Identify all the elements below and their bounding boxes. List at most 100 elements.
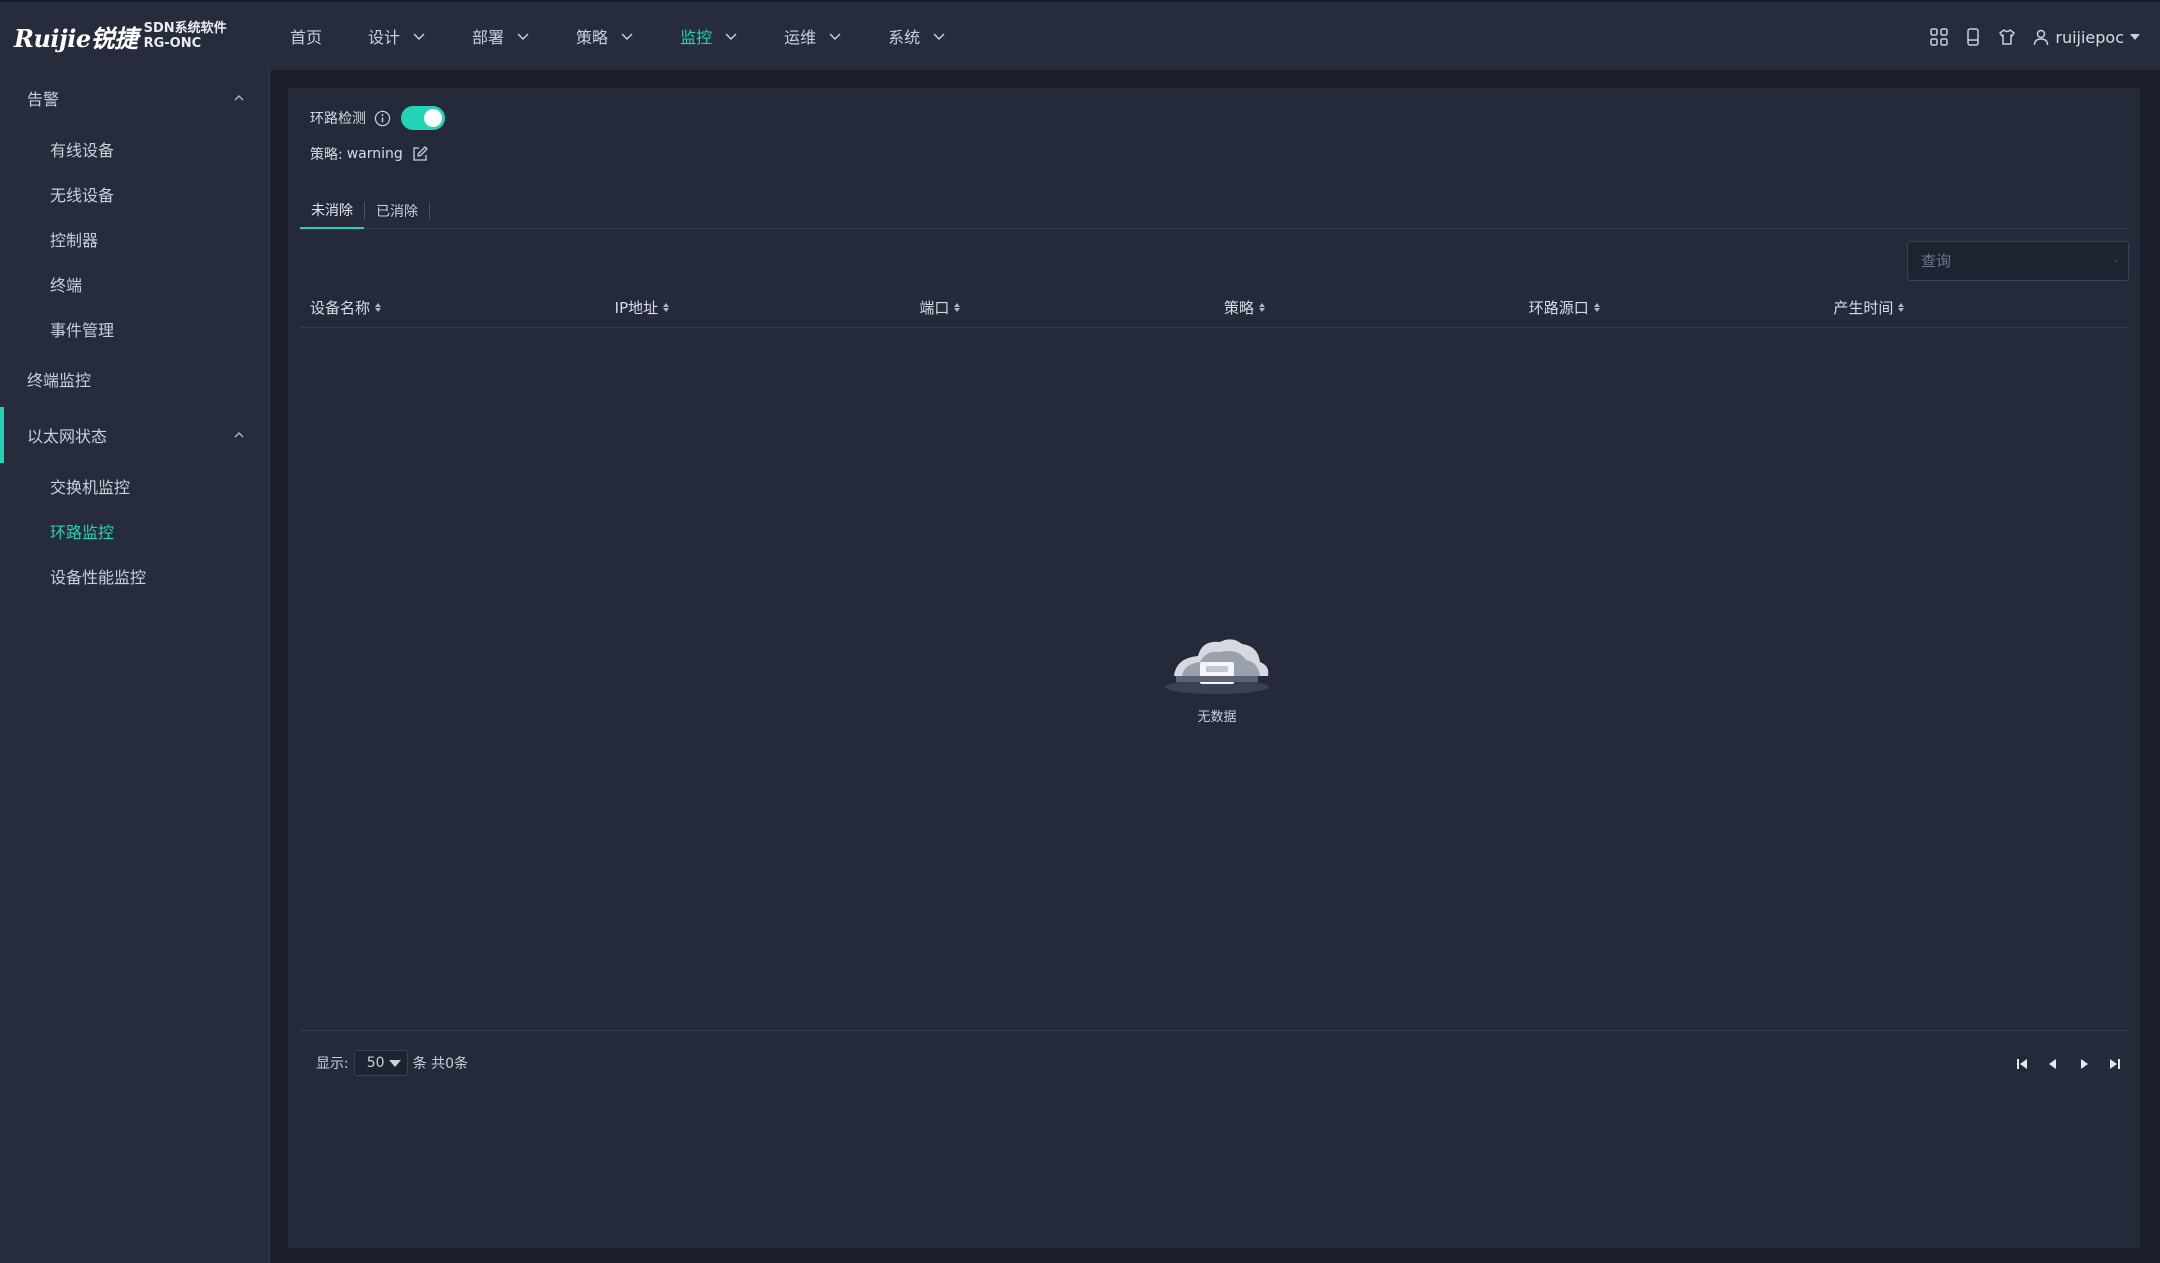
column-label: 端口 — [919, 299, 950, 317]
total-count: 条 共0条 — [412, 1056, 469, 1072]
sidebar-group-ethernet-status[interactable]: 以太网状态 — [0, 407, 269, 463]
policy-prefix: 策略: — [310, 147, 343, 163]
nav-label: 设计 — [368, 28, 401, 47]
sidebar-group-label: 终端监控 — [27, 371, 92, 390]
sidebar: 告警 有线设备 无线设备 控制器 终端 事件管理 终端监控 以太网状态 交换机监… — [0, 70, 270, 1263]
sidebar-item-wired-device[interactable]: 有线设备 — [0, 126, 269, 171]
search-icon[interactable] — [2115, 251, 2117, 271]
column-label: 产生时间 — [1833, 299, 1894, 317]
nav-item-system[interactable]: 系统 — [888, 1, 946, 71]
prev-page-icon[interactable] — [2042, 1054, 2064, 1074]
nav-item-design[interactable]: 设计 — [368, 1, 426, 71]
user-menu[interactable]: ruijiepoc — [2032, 28, 2140, 47]
product-line1: SDN系统软件 — [143, 21, 227, 36]
column-label: IP地址 — [614, 299, 659, 317]
column-label: 策略 — [1224, 299, 1255, 317]
last-page-icon[interactable] — [2104, 1054, 2126, 1074]
sidebar-group-terminal-monitor[interactable]: 终端监控 — [0, 351, 269, 407]
logo-text: Ruijie锐捷 — [14, 23, 138, 53]
chevron-down-icon — [517, 33, 529, 41]
chevron-down-icon — [829, 33, 841, 41]
column-header-created-time[interactable]: 产生时间 — [1823, 297, 2128, 318]
column-header-policy[interactable]: 策略 — [1214, 297, 1519, 318]
sort-icon — [954, 303, 961, 312]
policy-value: warning — [346, 146, 403, 162]
nav-label: 监控 — [680, 28, 713, 47]
nav-label: 策略 — [576, 28, 609, 47]
column-label: 设备名称 — [310, 299, 371, 317]
chevron-down-icon — [933, 33, 945, 41]
user-icon — [2034, 29, 2049, 46]
column-header-device-name[interactable]: 设备名称 — [300, 297, 605, 318]
edit-icon[interactable] — [411, 145, 429, 163]
table-footer-divider — [300, 1030, 2128, 1031]
chevron-down-icon — [621, 33, 633, 41]
empty-state: 无数据 — [1162, 632, 1272, 725]
policy-row: 策略: warning — [310, 144, 429, 164]
sidebar-item-terminal[interactable]: 终端 — [0, 261, 269, 306]
chevron-down-icon — [413, 33, 425, 41]
nav-item-monitor[interactable]: 监控 — [680, 1, 738, 71]
toggle-knob — [424, 109, 442, 127]
apps-grid-icon[interactable] — [1928, 26, 1950, 48]
info-icon[interactable] — [374, 110, 391, 127]
loop-detect-label: 环路检测 — [310, 111, 366, 127]
nav-item-policy[interactable]: 策略 — [576, 1, 634, 71]
chevron-up-icon — [234, 95, 244, 101]
sidebar-item-switch-monitor[interactable]: 交换机监控 — [0, 463, 269, 508]
nav-label: 系统 — [888, 28, 921, 47]
show-label: 显示: — [316, 1056, 349, 1072]
product-line2: RG-ONC — [143, 36, 202, 51]
nav-item-ops[interactable]: 运维 — [784, 1, 842, 71]
sidebar-group-label: 告警 — [27, 90, 60, 109]
empty-box-icon — [1165, 639, 1269, 694]
dropdown-arrow-icon — [388, 1059, 401, 1067]
sort-icon — [663, 303, 670, 312]
sidebar-item-device-performance[interactable]: 设备性能监控 — [0, 553, 269, 598]
tab-bar: 未消除 已消除 — [300, 193, 2128, 229]
sort-icon — [1593, 303, 1600, 312]
tablet-icon[interactable] — [1962, 26, 1984, 48]
nav-label: 运维 — [784, 28, 817, 47]
column-label: 环路源口 — [1528, 299, 1589, 317]
column-header-port[interactable]: 端口 — [909, 297, 1214, 318]
column-header-ip-address[interactable]: IP地址 — [605, 297, 910, 318]
loop-detect-row: 环路检测 — [310, 106, 445, 130]
sidebar-item-loop-monitor[interactable]: 环路监控 — [0, 508, 269, 553]
shirt-icon[interactable] — [1996, 26, 2018, 48]
main-panel: 环路检测 策略: warning 未消除 已消除 设备名称 IP地址 端口 策略 — [288, 88, 2140, 1248]
table-header: 设备名称 IP地址 端口 策略 环路源口 产生时间 — [300, 288, 2128, 328]
sidebar-item-event-management[interactable]: 事件管理 — [0, 306, 269, 351]
brand-logo[interactable]: Ruijie锐捷 SDN系统软件 RG-ONC — [0, 1, 290, 71]
sidebar-group-label: 以太网状态 — [27, 427, 108, 446]
loop-detect-toggle[interactable] — [401, 106, 445, 130]
pagination-buttons — [2002, 1054, 2126, 1074]
sort-icon — [1259, 303, 1266, 312]
nav-label: 部署 — [472, 28, 505, 47]
chevron-down-icon — [725, 33, 737, 41]
page-size-select[interactable]: 50 — [353, 1050, 408, 1076]
user-name: ruijiepoc — [2055, 27, 2124, 47]
chevron-up-icon — [234, 432, 244, 438]
sidebar-group-alarm[interactable]: 告警 — [0, 70, 269, 126]
column-header-loop-source-port[interactable]: 环路源口 — [1519, 297, 1824, 318]
sidebar-item-controller[interactable]: 控制器 — [0, 216, 269, 261]
top-right-toolbar: ruijiepoc — [1916, 2, 2140, 72]
main-nav: 首页 设计 部署 策略 监控 运维 系统 — [290, 1, 992, 71]
next-page-icon[interactable] — [2073, 1054, 2095, 1074]
first-page-icon[interactable] — [2011, 1054, 2033, 1074]
search-box — [1907, 241, 2129, 281]
empty-text: 无数据 — [1197, 710, 1237, 725]
sidebar-item-wireless-device[interactable]: 无线设备 — [0, 171, 269, 216]
search-input[interactable] — [1908, 242, 2115, 280]
sort-icon — [1898, 303, 1905, 312]
tab-cleared[interactable]: 已消除 — [365, 193, 429, 229]
sort-icon — [375, 303, 382, 312]
nav-label: 首页 — [290, 28, 323, 47]
nav-item-home[interactable]: 首页 — [290, 1, 322, 71]
caret-down-icon — [2130, 34, 2140, 40]
nav-item-deploy[interactable]: 部署 — [472, 1, 530, 71]
tab-divider — [429, 202, 430, 220]
page-size-control: 显示: 50 条 共0条 — [316, 1050, 468, 1076]
tab-not-cleared[interactable]: 未消除 — [300, 193, 364, 229]
